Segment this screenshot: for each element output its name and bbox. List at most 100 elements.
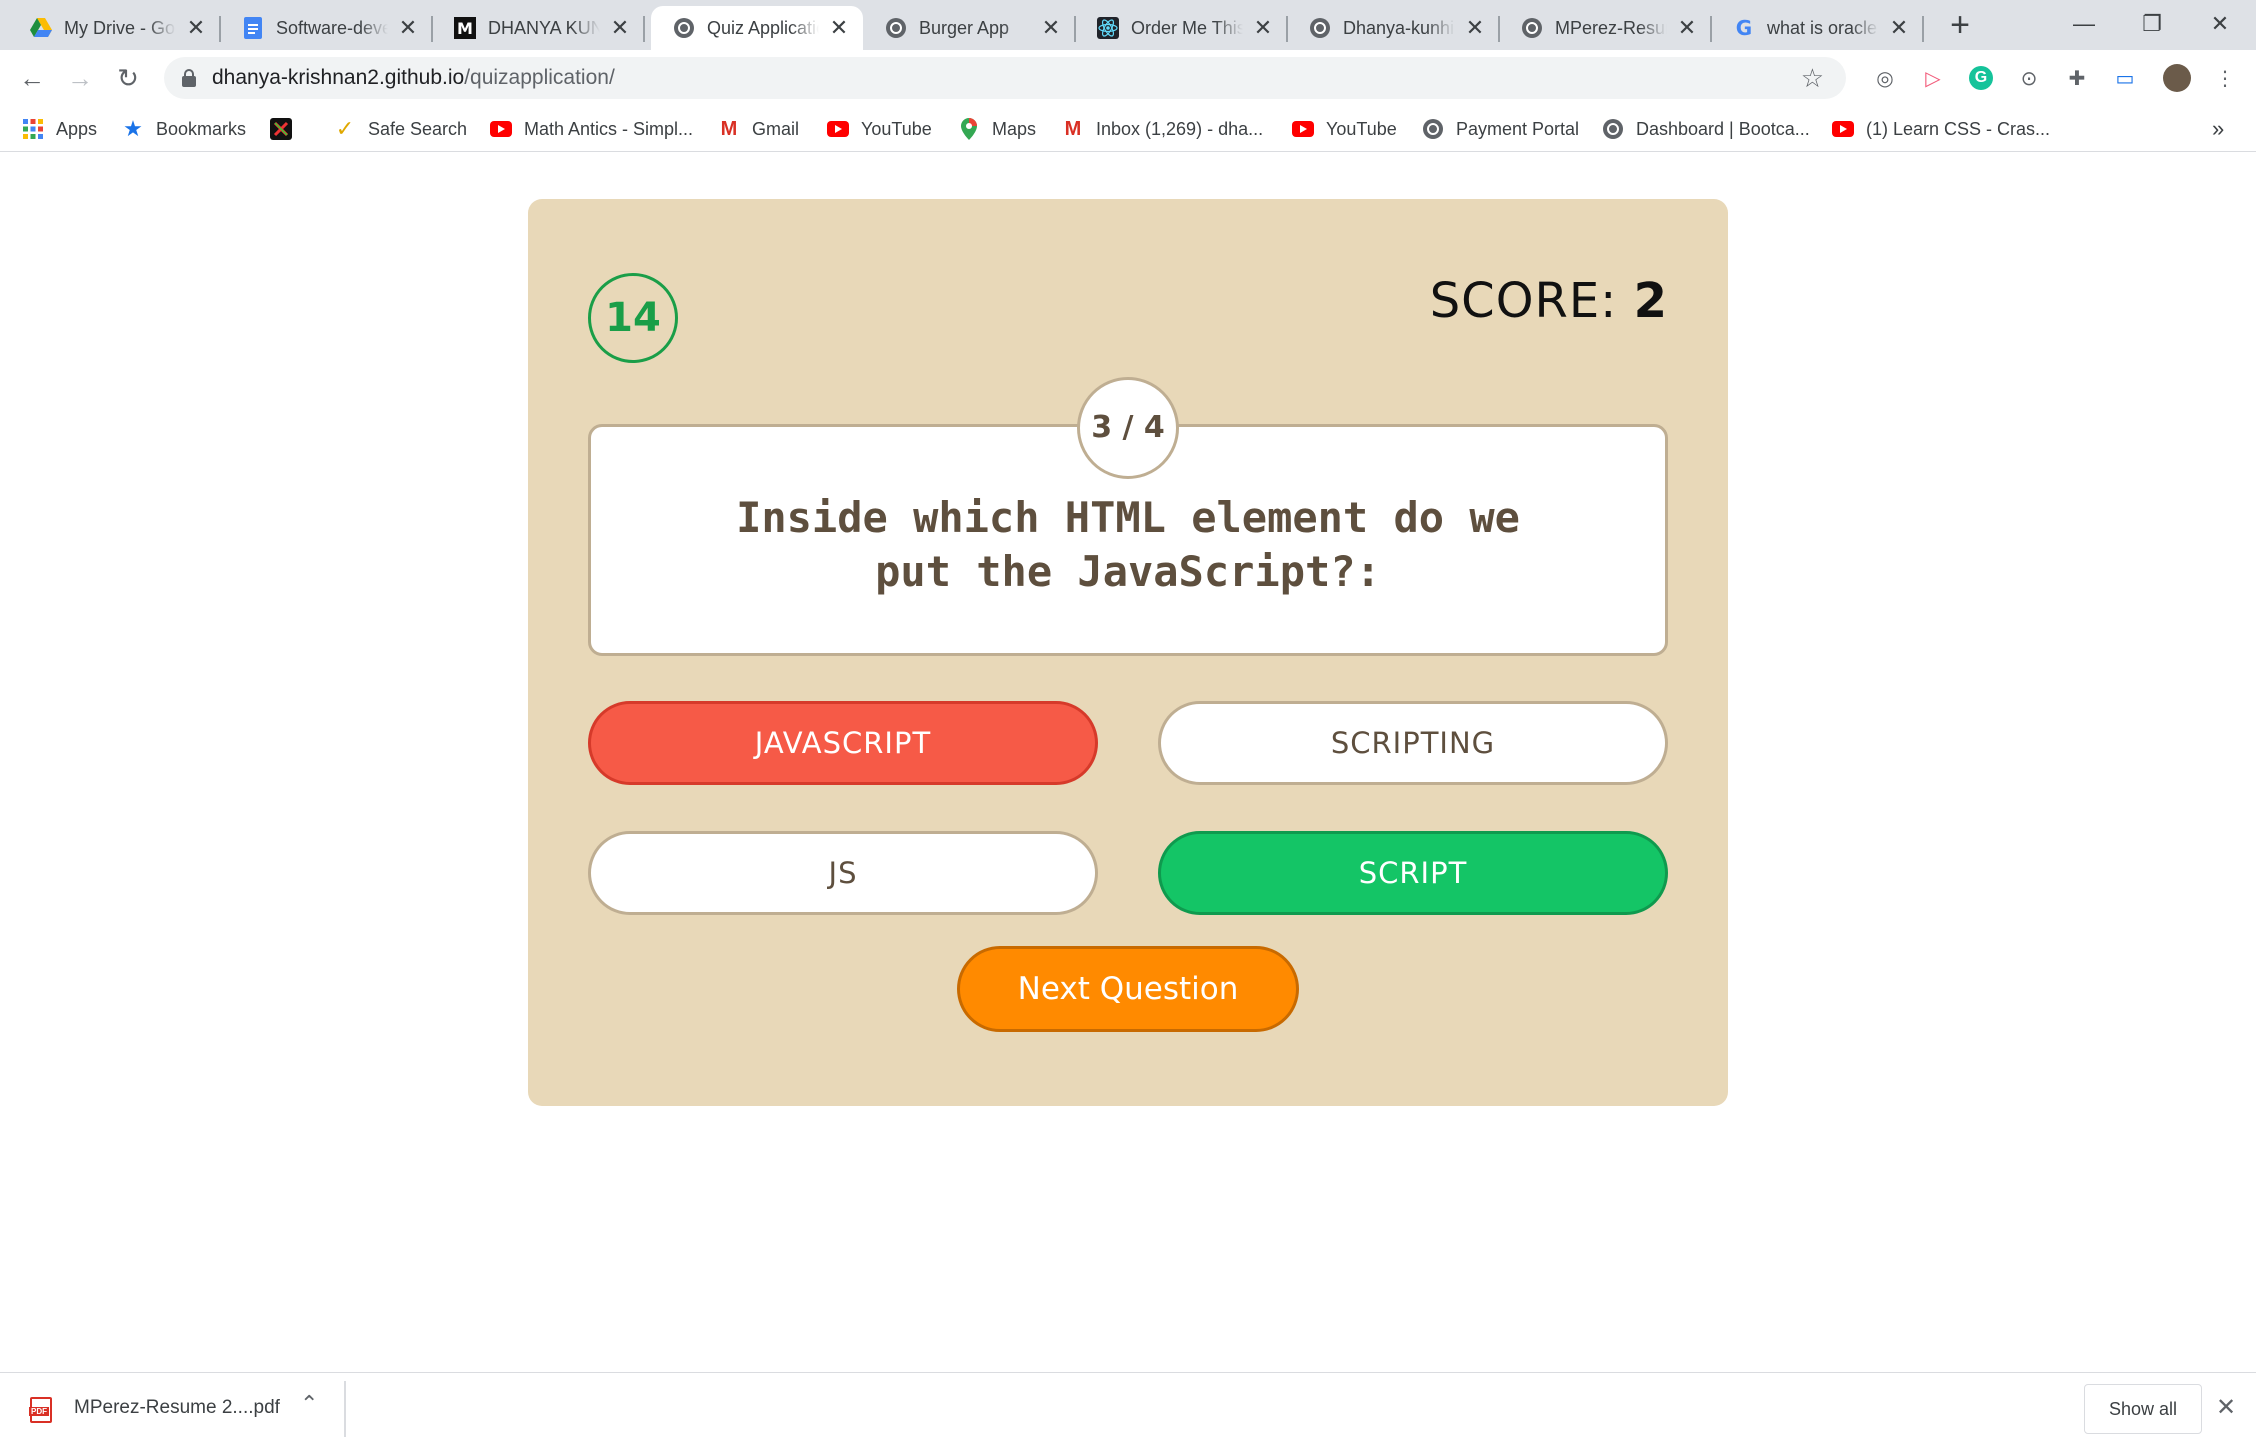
google-icon: G xyxy=(1733,17,1755,39)
close-icon[interactable]: ✕ xyxy=(2216,1393,2236,1422)
pdf-file-icon xyxy=(29,1397,52,1423)
bookmark-label: Payment Portal xyxy=(1456,118,1580,139)
star-icon: ★ xyxy=(123,116,143,141)
bookmark-safe-search[interactable]: ✓ Safe Search xyxy=(334,116,467,142)
close-icon[interactable]: ✕ xyxy=(396,16,420,40)
close-icon[interactable]: ✕ xyxy=(1675,16,1699,40)
shelf-divider xyxy=(344,1381,346,1437)
tab-quiz-application[interactable]: Quiz Application ✕ xyxy=(651,6,863,50)
gmail-icon: M xyxy=(1064,117,1082,140)
tab-separator xyxy=(1922,16,1924,42)
bookmark-dashboard[interactable]: Dashboard | Bootca... xyxy=(1602,116,1810,142)
close-icon[interactable]: ✕ xyxy=(1039,16,1063,40)
bookmark-label: Bookmarks xyxy=(156,118,247,139)
avatar[interactable] xyxy=(2162,63,2192,93)
more-bookmarks-button[interactable]: » xyxy=(2212,116,2224,142)
youtube-icon xyxy=(1832,118,1854,140)
answer-option-script[interactable]: SCRIPT xyxy=(1158,831,1668,915)
tab-mperez-resume[interactable]: MPerez-Resume ✕ xyxy=(1499,6,1712,50)
close-icon[interactable]: ✕ xyxy=(608,16,632,40)
bookmark-math-antics[interactable]: Math Antics - Simpl... xyxy=(490,116,693,142)
puzzle-icon[interactable]: ✚ xyxy=(2062,63,2092,93)
grammarly-icon[interactable]: G xyxy=(1966,63,1996,93)
bookmark-youtube[interactable]: YouTube xyxy=(827,116,932,142)
bookmark-label: Inbox (1,269) - dha... xyxy=(1096,118,1264,139)
bookmarks-bar: Apps ★ Bookmarks ✓ Safe Search Math Anti… xyxy=(0,106,2256,152)
globe-icon xyxy=(673,17,695,39)
tab-what-is-oracle[interactable]: G what is oracle ✕ xyxy=(1711,6,1924,50)
answer-option-js[interactable]: JS xyxy=(588,831,1098,915)
gmail-icon: M xyxy=(720,117,738,140)
play-extension-icon[interactable]: ▷ xyxy=(1918,63,1948,93)
tab-title: My Drive - Google Drive xyxy=(64,17,176,38)
close-icon[interactable]: ✕ xyxy=(827,16,851,40)
address-bar[interactable]: dhanya-krishnan2.github.io/quizapplicati… xyxy=(164,57,1846,99)
x-logo-icon xyxy=(270,118,292,140)
forward-arrow-icon[interactable]: → xyxy=(62,60,98,96)
tab-my-drive[interactable]: My Drive - Google Drive ✕ xyxy=(8,6,221,50)
cast-icon[interactable]: ▭ xyxy=(2110,63,2140,93)
tab-dhanya-kunhi[interactable]: M DHANYA KUNHI ✕ xyxy=(432,6,645,50)
bookmark-gmail[interactable]: M Gmail xyxy=(718,116,799,142)
reload-icon[interactable]: ↻ xyxy=(110,60,146,96)
bookmark-label: YouTube xyxy=(1326,118,1397,139)
download-file-name[interactable]: MPerez-Resume 2....pdf xyxy=(74,1397,280,1419)
new-tab-button[interactable]: + xyxy=(1942,8,1978,44)
bookmark-youtube-2[interactable]: YouTube xyxy=(1292,116,1397,142)
svg-text:G: G xyxy=(1736,17,1752,39)
bookmark-label: Maps xyxy=(992,118,1037,139)
quiz-card: 14 SCORE: 2 Inside which HTML element do… xyxy=(528,199,1728,1106)
score-display: SCORE: 2 xyxy=(1430,273,1668,329)
close-icon[interactable]: ✕ xyxy=(184,16,208,40)
score-label: SCORE: xyxy=(1429,273,1618,329)
show-all-button[interactable]: Show all xyxy=(2084,1384,2202,1434)
restore-button[interactable]: ❐ xyxy=(2122,4,2182,44)
next-question-button[interactable]: Next Question xyxy=(957,946,1299,1032)
bookmark-payment-portal[interactable]: Payment Portal xyxy=(1422,116,1579,142)
menu-dots-icon[interactable]: ⋮ xyxy=(2210,63,2240,93)
close-icon[interactable]: ✕ xyxy=(1463,16,1487,40)
youtube-icon xyxy=(827,118,849,140)
bookmark-maps[interactable]: Maps xyxy=(958,116,1036,142)
back-arrow-icon[interactable]: ← xyxy=(14,60,50,96)
globe-icon xyxy=(1422,118,1444,140)
bookmark-learn-css[interactable]: (1) Learn CSS - Cras... xyxy=(1832,116,2050,142)
check-icon: ✓ xyxy=(335,116,355,141)
bookmark-star-icon[interactable]: ☆ xyxy=(1801,63,1824,94)
score-value: 2 xyxy=(1633,273,1668,329)
extension-icon[interactable]: ◎ xyxy=(1870,63,1900,93)
globe-icon xyxy=(1602,118,1624,140)
tab-title: what is oracle xyxy=(1767,17,1878,38)
answer-option-javascript[interactable]: JAVASCRIPT xyxy=(588,701,1098,785)
bookmark-apps[interactable]: Apps xyxy=(22,116,97,142)
bookmark-label: Dashboard | Bootca... xyxy=(1636,118,1810,139)
bookmark-label: Gmail xyxy=(752,118,800,139)
tab-title: DHANYA KUNHI xyxy=(488,17,600,38)
tab-title: Quiz Application xyxy=(707,17,819,38)
bookmark-label: Safe Search xyxy=(368,118,468,139)
globe-icon xyxy=(885,17,907,39)
m-logo-icon: M xyxy=(454,17,476,39)
tab-software-developer[interactable]: Software-developer ✕ xyxy=(220,6,433,50)
react-icon xyxy=(1097,17,1119,39)
tab-order-me-this[interactable]: Order Me This ✕ xyxy=(1075,6,1288,50)
bookmark-label: (1) Learn CSS - Cras... xyxy=(1866,118,2051,139)
bookmark-bookmarks[interactable]: ★ Bookmarks xyxy=(122,116,246,142)
code-extension-icon[interactable]: ⊙ xyxy=(2014,63,2044,93)
tab-burger-app[interactable]: Burger App ✕ xyxy=(863,6,1076,50)
bookmark-x-logo[interactable] xyxy=(270,116,304,142)
bookmark-inbox[interactable]: M Inbox (1,269) - dha... xyxy=(1062,116,1263,142)
bookmark-label: YouTube xyxy=(861,118,932,139)
tab-strip: My Drive - Google Drive ✕ Software-devel… xyxy=(0,0,2256,50)
close-window-button[interactable]: ✕ xyxy=(2190,4,2250,44)
tab-title: Software-developer xyxy=(276,17,388,38)
close-icon[interactable]: ✕ xyxy=(1887,16,1911,40)
answer-option-scripting[interactable]: SCRIPTING xyxy=(1158,701,1668,785)
tab-separator xyxy=(643,16,645,42)
tab-dhanya-kunhi-2[interactable]: Dhanya-kunhi ✕ xyxy=(1287,6,1500,50)
close-icon[interactable]: ✕ xyxy=(1251,16,1275,40)
download-shelf: MPerez-Resume 2....pdf ⌃ Show all ✕ xyxy=(0,1372,2256,1444)
bookmark-label: Math Antics - Simpl... xyxy=(524,118,694,139)
chevron-up-icon[interactable]: ⌃ xyxy=(300,1391,318,1417)
minimize-button[interactable]: — xyxy=(2054,4,2114,44)
